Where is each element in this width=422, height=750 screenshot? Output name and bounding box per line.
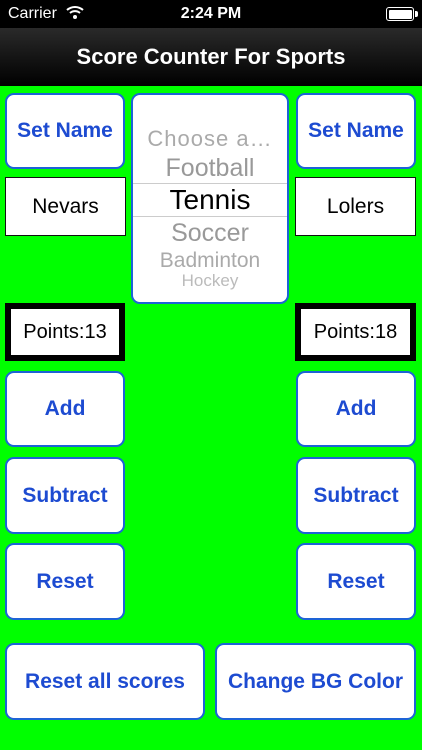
picker-option-selected[interactable]: Tennis — [133, 184, 287, 216]
right-set-name-button[interactable]: Set Name — [296, 93, 416, 169]
picker-option[interactable]: Badminton — [133, 249, 287, 273]
status-time: 2:24 PM — [180, 5, 242, 22]
reset-all-scores-button[interactable]: Reset all scores — [5, 643, 205, 720]
left-subtract-button[interactable]: Subtract — [5, 457, 125, 534]
picker-option[interactable]: Football — [133, 154, 287, 183]
sport-picker[interactable]: Choose a… Football Tennis Soccer Badmint… — [131, 93, 289, 304]
left-reset-button[interactable]: Reset — [5, 543, 125, 620]
battery-icon — [386, 7, 418, 21]
change-bg-color-button[interactable]: Change BG Color — [215, 643, 416, 720]
picker-option[interactable]: Choose a… — [133, 126, 287, 152]
picker-option[interactable]: Soccer — [133, 219, 287, 248]
picker-selection-line — [133, 216, 287, 217]
left-add-button[interactable]: Add — [5, 371, 125, 447]
left-points-display: Points:13 — [5, 303, 125, 361]
status-bar: Carrier 2:24 PM — [0, 0, 422, 28]
nav-title: Score Counter For Sports — [0, 28, 422, 86]
right-reset-button[interactable]: Reset — [296, 543, 416, 620]
right-points-display: Points:18 — [295, 303, 416, 361]
right-subtract-button[interactable]: Subtract — [296, 457, 416, 534]
right-team-name-field[interactable]: Lolers — [295, 177, 416, 236]
left-set-name-button[interactable]: Set Name — [5, 93, 125, 169]
picker-option[interactable]: Hockey — [133, 271, 287, 291]
right-add-button[interactable]: Add — [296, 371, 416, 447]
left-team-name-field[interactable]: Nevars — [5, 177, 126, 236]
